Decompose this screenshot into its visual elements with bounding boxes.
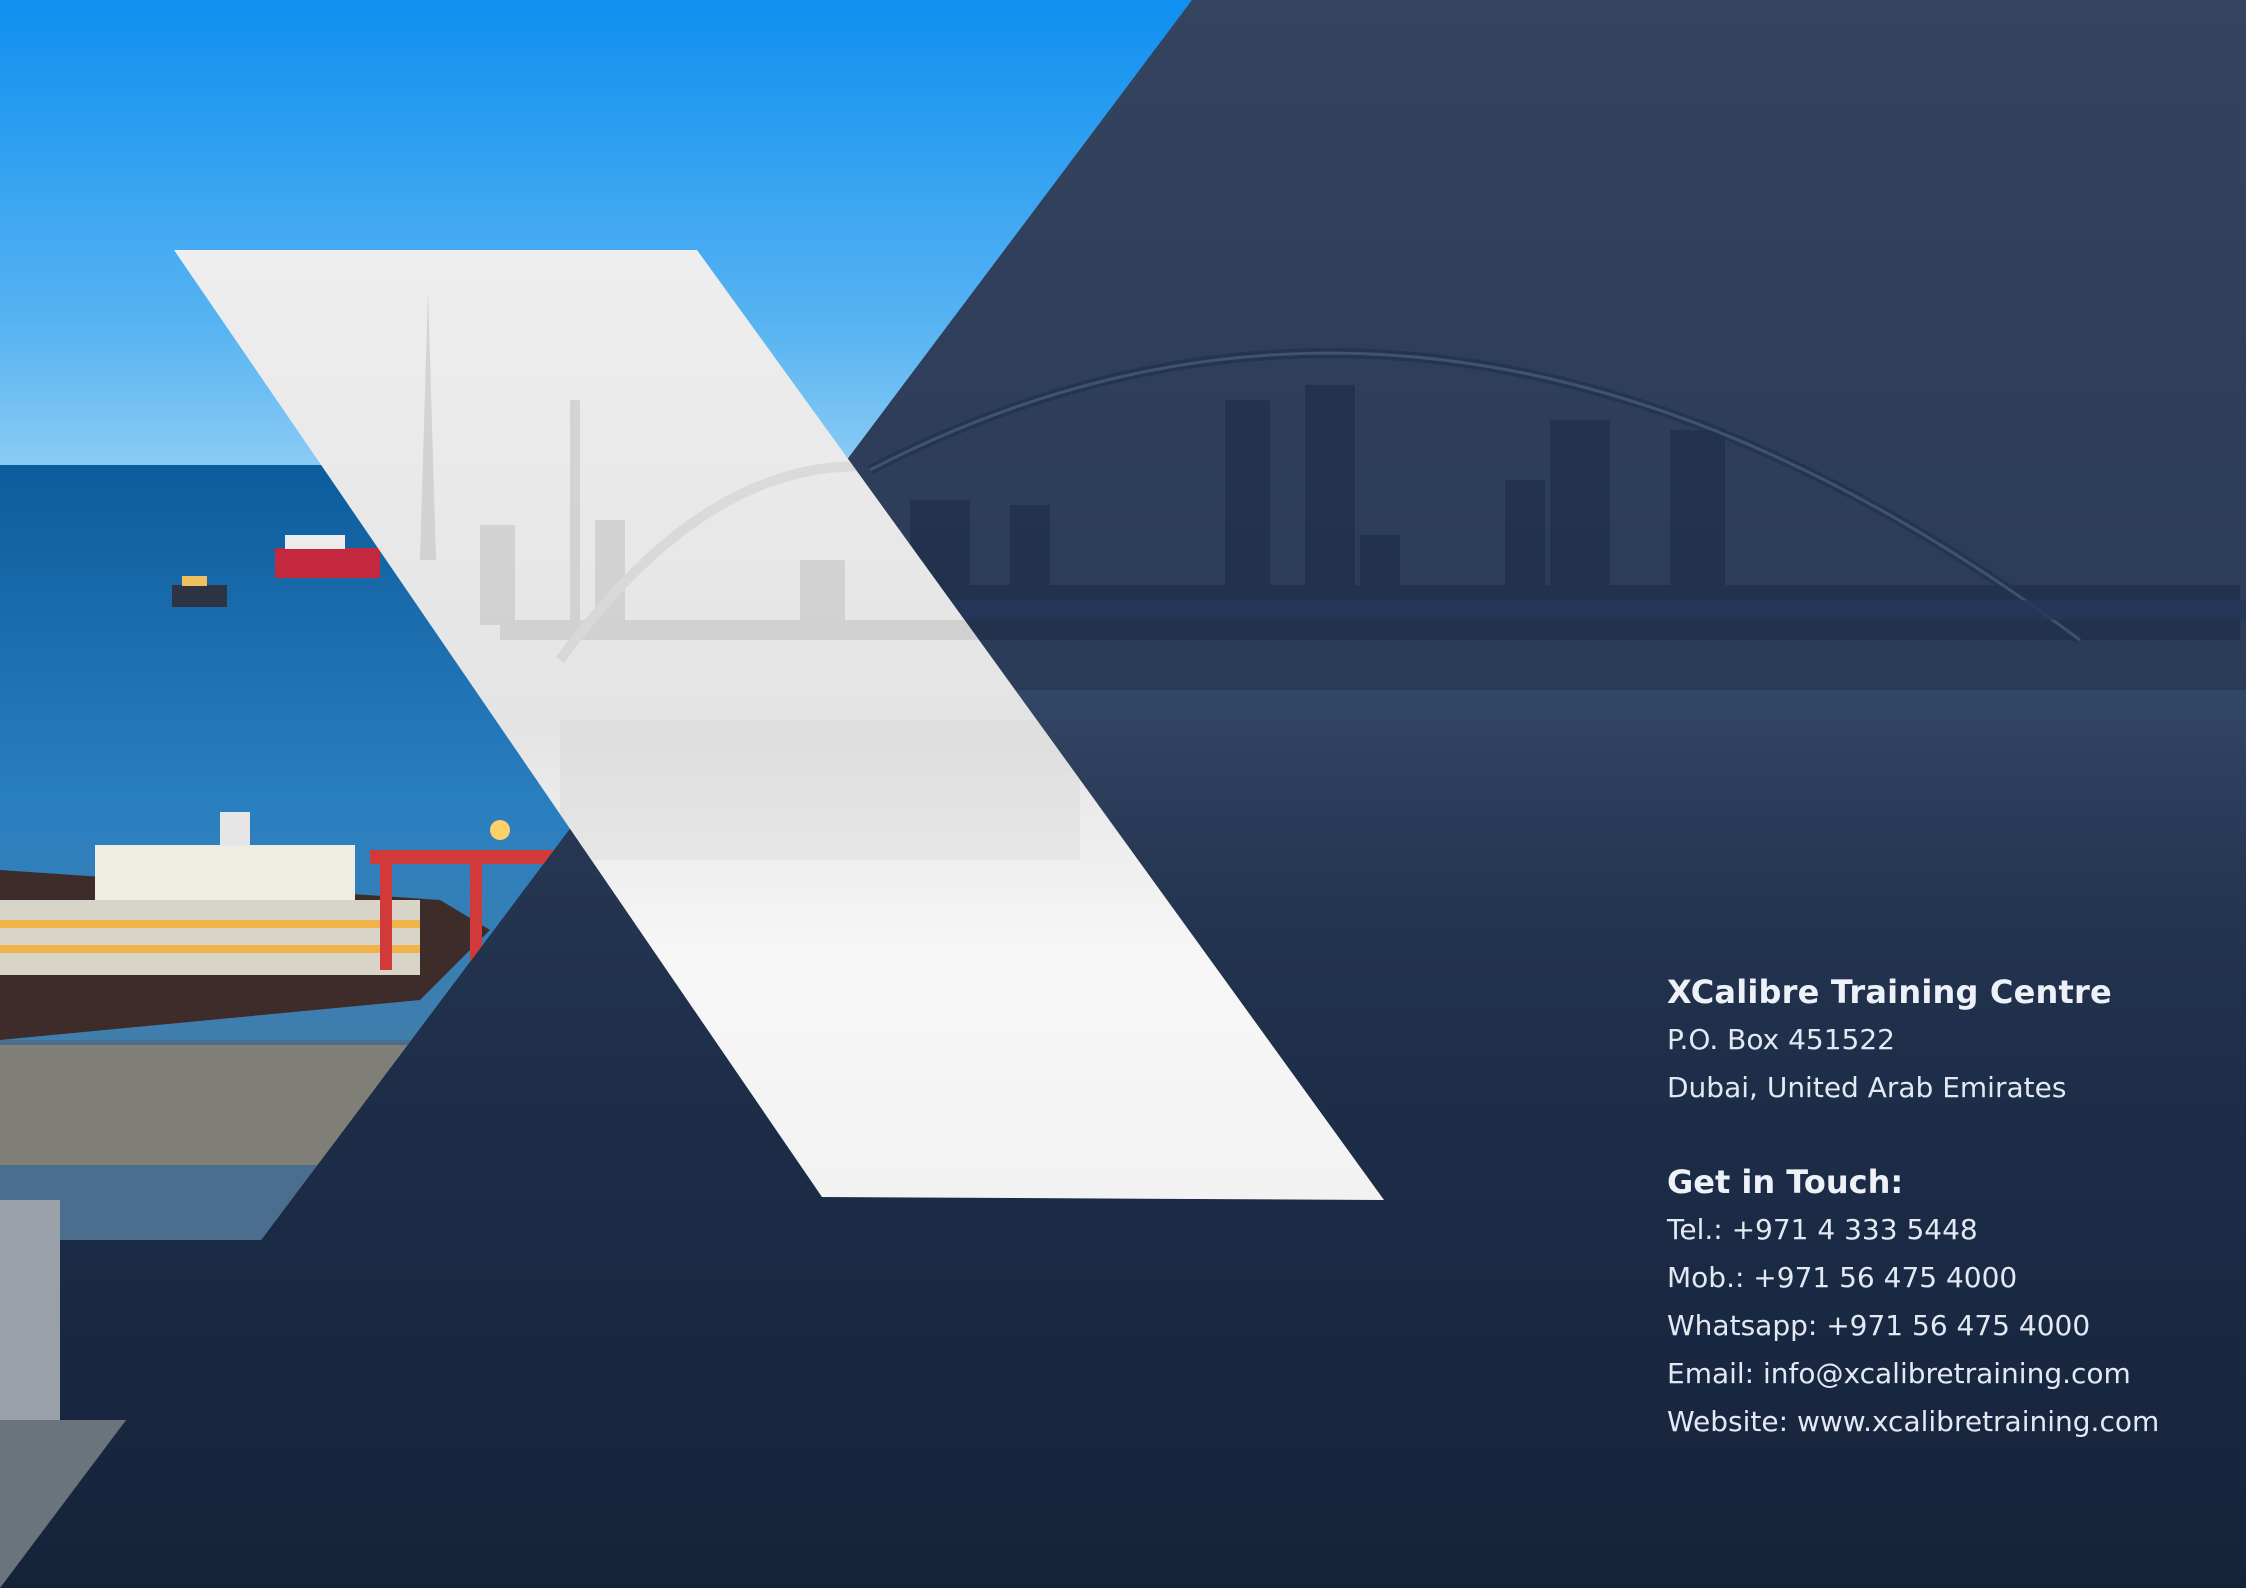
mobile: Mob.: +971 56 475 4000	[1667, 1261, 2018, 1294]
website: Website: www.xcalibretraining.com	[1667, 1405, 2160, 1438]
po-box: P.O. Box 451522	[1667, 1023, 1895, 1056]
back-cover-page: XCalibre Training Centre P.O. Box 451522…	[0, 0, 2246, 1588]
get-in-touch-heading: Get in Touch:	[1667, 1163, 1904, 1201]
telephone: Tel.: +971 4 333 5448	[1667, 1213, 1978, 1246]
whatsapp: Whatsapp: +971 56 475 4000	[1667, 1309, 2091, 1342]
email: Email: info@xcalibretraining.com	[1667, 1357, 2131, 1390]
organization-name: XCalibre Training Centre	[1667, 973, 2112, 1011]
contact-block: XCalibre Training Centre P.O. Box 451522…	[1667, 968, 2207, 1446]
bridge-deck	[850, 600, 2246, 620]
city-country: Dubai, United Arab Emirates	[1667, 1071, 2067, 1104]
